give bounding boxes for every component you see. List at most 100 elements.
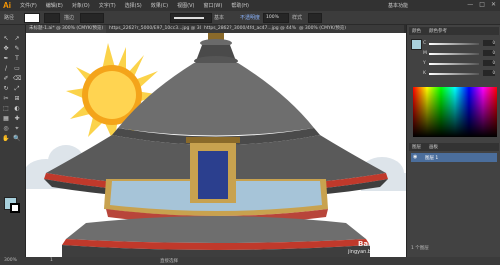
stroke-style-label: 基本 [214,15,225,21]
tool-4-icon[interactable]: ✒ [2,55,10,63]
channel-label: K [423,71,426,76]
control-bar: 路径 描边 基本 不透明度 100% 样式 [0,11,500,25]
tool-9-icon[interactable]: ⌫ [13,75,21,83]
channel-value-field[interactable]: 0 [483,60,495,66]
slider-row-y: Y0 [423,59,497,69]
channel-slider[interactable] [429,43,479,45]
menu-object[interactable]: 对象(O) [72,2,90,9]
fill-swatch[interactable] [24,13,40,23]
document-tabs: 未标题-1.ai* @ 300% (CMYK/预览) https_2262?r_… [26,25,406,33]
menu-effect[interactable]: 效果(C) [151,2,168,9]
stroke-profile-dropdown[interactable] [170,13,212,23]
maximize-icon[interactable]: □ [479,1,485,8]
tool-7-icon[interactable]: ▭ [13,65,21,73]
tool-10-icon[interactable]: ↻ [2,85,10,93]
panel-fill-swatch[interactable] [411,39,422,50]
tool-3-icon[interactable]: ✎ [13,45,21,53]
app-logo: Ai [3,1,11,10]
tool-2-icon[interactable]: ✥ [2,45,10,53]
tool-6-icon[interactable]: / [2,65,10,73]
slider-row-c: C0 [423,39,497,49]
menu-file[interactable]: 文件(F) [20,2,37,9]
menu-bar: Ai 文件(F) 编辑(E) 对象(O) 文字(T) 选择(S) 效果(C) 视… [0,0,500,11]
main-menu: 文件(F) 编辑(E) 对象(O) 文字(T) 选择(S) 效果(C) 视图(V… [20,2,249,9]
tool-8-icon[interactable]: ✐ [2,75,10,83]
tool-1-icon[interactable]: ↗ [13,35,21,43]
layer-name[interactable]: 图层 1 [425,155,438,161]
menu-window[interactable]: 窗口(W) [203,2,222,9]
layer-count: 1 个图层 [411,246,429,251]
channel-slider[interactable] [429,63,479,65]
tab-document-2[interactable]: https_2262?r_5000/E97_10cc3...jpg @ 300% [106,25,202,33]
menu-edit[interactable]: 编辑(E) [46,2,63,9]
channel-slider[interactable] [429,53,479,55]
tool-12-icon[interactable]: ✂ [2,95,10,103]
slider-row-m: M0 [423,49,497,59]
close-icon[interactable]: ✕ [491,1,496,8]
cmyk-sliders: C0M0Y0K0 [423,39,497,79]
tool-15-icon[interactable]: ◐ [13,105,21,113]
tab-document-3[interactable]: https_2862?_3000/4fd_ac47...jpg @ 44% [201,25,297,33]
tool-20-icon[interactable]: ✋ [2,135,10,143]
eye-icon[interactable]: ◉ [413,154,417,160]
tool-mode: 直接选择 [160,259,178,264]
opacity-field[interactable]: 100% [263,13,289,23]
minimize-icon[interactable]: — [467,1,473,8]
temple-door [186,137,240,203]
zoom-level[interactable]: 300% [4,258,17,263]
slider-row-k: K0 [423,69,497,79]
tab-artboards[interactable]: 画板 [429,144,438,150]
page-number[interactable]: 1 [50,258,53,263]
tool-19-icon[interactable]: ⌖ [13,125,21,133]
menu-help[interactable]: 帮助(H) [231,2,249,9]
layers-panel-header: 图层 画板 [409,143,499,151]
workspace-switcher[interactable]: 基本功能 [388,2,408,9]
tab-document-4[interactable]: @ 300% (CMYK/预览) [296,25,404,33]
tool-16-icon[interactable]: ▦ [2,115,10,123]
channel-value-field[interactable]: 0 [483,50,495,56]
style-dropdown[interactable] [308,13,322,23]
tool-13-icon[interactable]: ⊞ [13,95,21,103]
stroke-weight-field[interactable] [80,13,104,23]
tool-18-icon[interactable]: ◎ [2,125,10,133]
tool-5-icon[interactable]: T [13,55,21,63]
tool-17-icon[interactable]: ✚ [13,115,21,123]
tools-panel: ↖ ↗ ✥ ✎ ✒ T / ▭ ✐ ⌫ ↻ ⤢ ✂ ⊞ ⬚ ◐ ▦ ✚ ◎ ⌖ ✋ 🔍 [0,25,26,265]
menu-select[interactable]: 选择(S) [125,2,142,9]
stroke-swatch[interactable] [44,13,60,23]
tool-0-icon[interactable]: ↖ [2,35,10,43]
status-bar: 300% 1 直接选择 [0,257,500,265]
lower-roof [62,216,370,257]
color-spectrum[interactable] [413,87,497,137]
roof-finial [194,33,238,66]
layer-row[interactable]: ◉ 图层 1 [411,153,497,162]
color-panel-header: 颜色 颜色参考 [409,27,499,35]
channel-label: C [423,41,427,46]
object-type-label: 路径 [4,15,15,21]
temple-artwork [26,33,406,257]
channel-value-field[interactable]: 0 [483,70,495,76]
opacity-value: 100% [266,15,279,20]
window-controls: — □ ✕ [467,1,496,8]
watermark-url: jingyan.baidu.com [348,249,395,255]
menu-view[interactable]: 视图(V) [177,2,194,9]
tool-21-icon[interactable]: 🔍 [13,135,21,143]
artboard-canvas[interactable]: Baidu 经验 jingyan.baidu.com [26,33,406,257]
tab-color[interactable]: 颜色 [412,28,421,34]
stroke-label: 描边 [64,15,75,21]
menu-type[interactable]: 文字(T) [99,2,116,9]
tab-layers[interactable]: 图层 [412,144,421,150]
tool-11-icon[interactable]: ⤢ [13,85,21,93]
tool-14-icon[interactable]: ⬚ [2,105,10,113]
tab-document-1[interactable]: 未标题-1.ai* @ 300% (CMYK/预览) [26,25,107,33]
top-roof [112,63,320,145]
channel-label: M [423,51,427,56]
stroke-color-box[interactable] [10,203,20,213]
channel-slider[interactable] [429,73,479,75]
opacity-label[interactable]: 不透明度 [240,14,260,21]
channel-value-field[interactable]: 0 [483,40,495,46]
style-label: 样式 [292,15,303,21]
right-panel-dock: 颜色 颜色参考 C0M0Y0K0 图层 画板 ◉ 图层 1 1 个图层 [406,25,500,257]
tools-grid: ↖ ↗ ✥ ✎ ✒ T / ▭ ✐ ⌫ ↻ ⤢ ✂ ⊞ ⬚ ◐ ▦ ✚ ◎ ⌖ ✋ 🔍 [2,35,23,143]
tab-color-guide[interactable]: 颜色参考 [429,28,447,34]
